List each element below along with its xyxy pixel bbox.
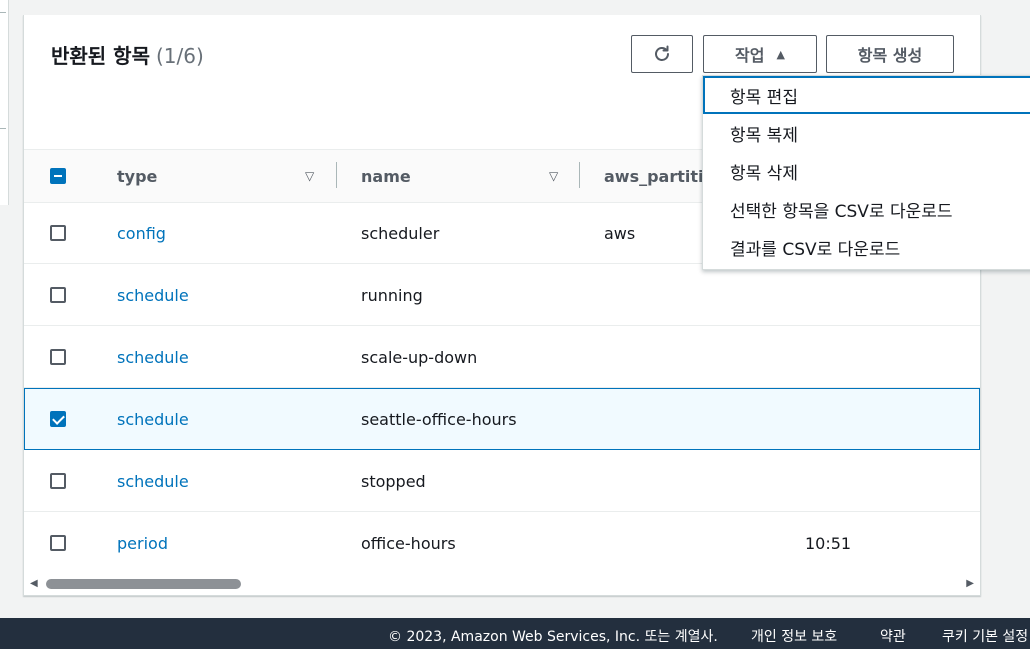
footer-privacy-link[interactable]: 개인 정보 보호: [751, 626, 837, 646]
actions-dropdown-button[interactable]: 작업 ▲: [703, 35, 817, 73]
table-row[interactable]: schedule stopped: [24, 450, 980, 512]
menu-item-delete[interactable]: 항목 삭제: [703, 152, 1030, 190]
type-link[interactable]: schedule: [117, 389, 189, 449]
column-header-type[interactable]: type: [117, 150, 157, 202]
horizontal-scrollbar[interactable]: ◀ ▶: [24, 573, 980, 595]
row-checkbox[interactable]: [50, 287, 66, 303]
table-row[interactable]: schedule running: [24, 264, 980, 326]
panel-title: 반환된 항목 (1/6): [51, 40, 204, 69]
footer-terms-link[interactable]: 약관: [880, 626, 906, 646]
caret-up-icon: ▲: [776, 47, 785, 61]
table-row[interactable]: period office-hours 10:51: [24, 512, 980, 574]
footer: © 2023, Amazon Web Services, Inc. 또는 계열사…: [0, 618, 1030, 649]
scroll-right-arrow-icon[interactable]: ▶: [966, 578, 974, 589]
value-cell: 10:51: [805, 533, 852, 553]
footer-cookie-link[interactable]: 쿠키 기본 설정: [942, 626, 1028, 646]
selection-count: (1/6): [155, 44, 204, 68]
divider: [0, 12, 6, 13]
table-row[interactable]: schedule scale-up-down: [24, 326, 980, 388]
footer-copyright: © 2023, Amazon Web Services, Inc. 또는 계열사…: [388, 629, 718, 645]
column-resizer[interactable]: [579, 162, 580, 188]
name-cell: running: [361, 285, 423, 305]
aws-partition-cell: aws: [604, 223, 636, 243]
row-checkbox[interactable]: [50, 225, 66, 241]
menu-item-duplicate[interactable]: 항목 복제: [703, 114, 1030, 152]
scrollbar-thumb[interactable]: [46, 579, 241, 589]
sort-icon[interactable]: ▽: [305, 169, 314, 183]
row-checkbox[interactable]: [50, 473, 66, 489]
row-checkbox[interactable]: [50, 349, 66, 365]
menu-item-edit[interactable]: 항목 편집: [703, 76, 1030, 114]
panel-title-text: 반환된 항목: [51, 44, 150, 68]
column-header-aws-partition[interactable]: aws_partitio: [604, 150, 715, 202]
refresh-icon: [655, 45, 669, 61]
type-link[interactable]: schedule: [117, 264, 189, 326]
table-row-selected[interactable]: schedule seattle-office-hours: [24, 388, 980, 450]
type-link[interactable]: schedule: [117, 450, 189, 512]
refresh-button[interactable]: [631, 35, 693, 73]
menu-item-download-results-csv[interactable]: 결과를 CSV로 다운로드: [703, 228, 1030, 266]
type-link[interactable]: schedule: [117, 326, 189, 388]
divider: [0, 128, 6, 129]
row-checkbox[interactable]: [50, 535, 66, 551]
scroll-left-arrow-icon[interactable]: ◀: [30, 578, 38, 589]
actions-dropdown-menu: 항목 편집 항목 복제 항목 삭제 선택한 항목을 CSV로 다운로드 결과를 …: [702, 75, 1030, 270]
name-cell: office-hours: [361, 533, 456, 553]
type-link[interactable]: period: [117, 512, 168, 574]
select-all-checkbox[interactable]: [50, 168, 66, 184]
name-cell: stopped: [361, 471, 426, 491]
name-cell: scheduler: [361, 223, 440, 243]
type-link[interactable]: config: [117, 202, 166, 264]
sort-icon[interactable]: ▽: [549, 169, 558, 183]
create-item-button[interactable]: 항목 생성: [826, 35, 954, 73]
column-header-name[interactable]: name: [361, 150, 411, 202]
name-cell: seattle-office-hours: [361, 409, 517, 429]
column-resizer[interactable]: [336, 162, 337, 188]
actions-button-label: 작업: [735, 46, 765, 65]
side-panel-edge: [0, 0, 9, 205]
name-cell: scale-up-down: [361, 347, 478, 367]
create-item-label: 항목 생성: [857, 46, 923, 65]
menu-item-download-selected-csv[interactable]: 선택한 항목을 CSV로 다운로드: [703, 190, 1030, 228]
row-checkbox[interactable]: [50, 411, 66, 427]
